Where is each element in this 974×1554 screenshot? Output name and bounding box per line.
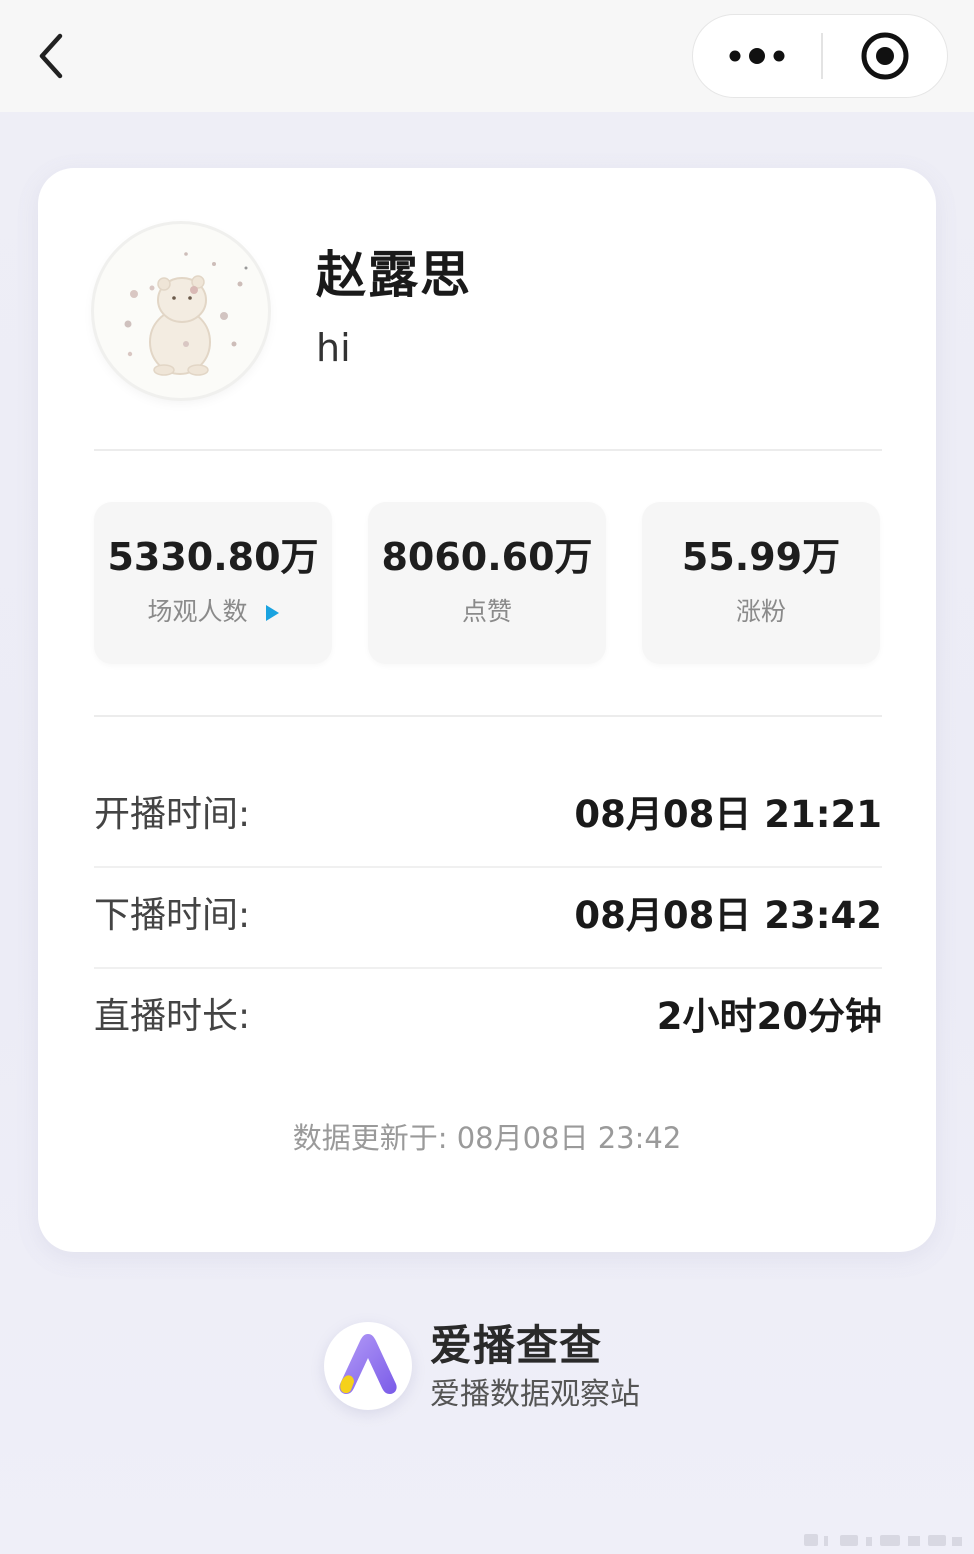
detail-key: 开播时间: [94,794,251,835]
stat-label-row: 场观人数 [94,594,332,630]
detail-value: 08月08日 23:42 [574,894,882,937]
stat-value: 8060.60万 [381,535,593,579]
detail-key: 直播时长: [94,996,251,1037]
top-nav-bar [0,0,974,112]
detail-value: 2小时20分钟 [656,995,882,1038]
chevron-left-icon [39,33,63,79]
brand-logo[interactable] [324,1322,412,1410]
stat-label: 场观人数 [147,597,248,626]
divider [94,715,882,717]
detail-row-end-time: 下播时间: 08月08日 23:42 [94,867,882,967]
detail-value: 08月08日 21:21 [574,793,882,836]
stat-label: 涨粉 [735,597,786,626]
stat-value: 55.99万 [681,535,841,579]
play-triangle-icon [265,605,279,621]
more-button[interactable] [693,15,821,97]
divider [94,449,882,451]
stat-new-followers: 55.99万 涨粉 [642,502,880,664]
stat-label: 点赞 [461,597,512,626]
avatar[interactable] [94,224,268,398]
streamer-bio: hi [316,326,351,370]
data-updated-time: 数据更新于: 08月08日 23:42 [292,1121,682,1155]
detail-key: 下播时间: [94,895,251,936]
aibo-logo-icon [339,1334,397,1394]
stat-viewers[interactable]: 5330.80万 场观人数 [94,502,332,664]
detail-row-duration: 直播时长: 2小时20分钟 [94,968,882,1068]
live-stats-card: 赵露思 hi 5330.80万 场观人数 8060.60万 点赞 55.99万 … [38,168,936,1252]
miniapp-capsule [692,14,948,98]
back-button[interactable] [30,28,78,84]
more-dots-icon [729,48,785,64]
watermark-marks [804,1534,962,1546]
stat-value: 5330.80万 [107,535,319,579]
streamer-name: 赵露思 [316,246,472,304]
brand-name: 爱播查查 [430,1321,603,1370]
detail-row-start-time: 开播时间: 08月08日 21:21 [94,766,882,866]
close-miniapp-button[interactable] [823,15,947,97]
bear-avatar-icon [124,252,248,376]
target-close-icon [861,32,909,80]
stat-likes: 8060.60万 点赞 [368,502,606,664]
brand-subtitle: 爱播数据观察站 [430,1377,640,1412]
